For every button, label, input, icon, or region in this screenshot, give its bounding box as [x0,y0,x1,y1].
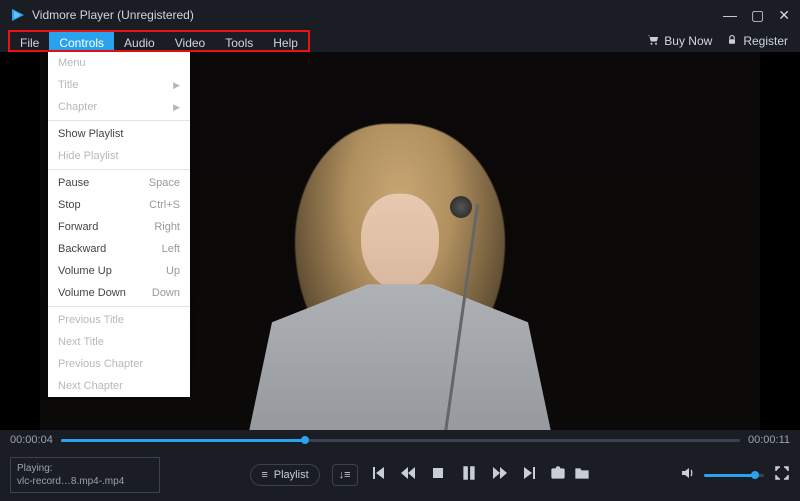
dd-forward[interactable]: ForwardRight [48,216,190,238]
dd-volume-down[interactable]: Volume DownDown [48,282,190,304]
sort-button[interactable]: ↓≡ [332,464,358,486]
playlist-button[interactable]: ≡ Playlist [250,464,319,486]
pause-button[interactable] [460,463,478,488]
dd-show-playlist[interactable]: Show Playlist [48,123,190,145]
dd-prev-chapter: Previous Chapter [48,353,190,375]
menubar-highlight: File Controls Audio Video Tools Help [8,30,310,52]
stop-button[interactable] [430,465,446,486]
maximize-button[interactable]: ▢ [751,7,764,24]
minimize-button[interactable]: — [723,7,737,23]
now-playing-label: Playing: [17,462,153,475]
volume-slider[interactable] [704,474,764,477]
volume-fill [704,474,755,477]
dd-pause[interactable]: PauseSpace [48,172,190,194]
chevron-right-icon: ▶ [173,102,180,113]
menu-tools[interactable]: Tools [215,32,263,50]
dd-backward[interactable]: BackwardLeft [48,238,190,260]
menu-file[interactable]: File [10,32,49,50]
register-link[interactable]: Register [726,34,788,49]
time-current: 00:00:04 [10,434,53,446]
dd-stop[interactable]: StopCtrl+S [48,194,190,216]
prev-button[interactable] [370,465,386,486]
buy-now-link[interactable]: Buy Now [647,34,712,49]
lock-icon [726,34,738,49]
time-total: 00:00:11 [748,434,790,446]
menu-audio[interactable]: Audio [114,32,165,50]
dd-next-chapter: Next Chapter [48,375,190,397]
seek-fill [61,439,305,442]
dd-volume-up[interactable]: Volume UpUp [48,260,190,282]
menu-video[interactable]: Video [165,32,215,50]
dd-menu: Menu [48,52,190,74]
chevron-right-icon: ▶ [173,80,180,91]
volume-icon[interactable] [680,465,696,486]
dd-chapter: Chapter▶ [48,96,190,118]
fullscreen-button[interactable] [774,465,790,486]
app-logo-icon [10,7,26,23]
snapshot-button[interactable] [550,465,566,486]
seek-handle[interactable] [301,436,309,444]
dd-prev-title: Previous Title [48,309,190,331]
dd-title: Title▶ [48,74,190,96]
close-button[interactable]: ✕ [778,7,790,24]
fast-forward-button[interactable] [492,465,508,486]
rewind-button[interactable] [400,465,416,486]
volume-handle[interactable] [751,471,759,479]
sort-icon: ↓≡ [339,469,351,481]
dd-hide-playlist: Hide Playlist [48,145,190,167]
next-button[interactable] [522,465,538,486]
cart-icon [647,34,659,49]
list-icon: ≡ [261,469,267,481]
controls-dropdown: Menu Title▶ Chapter▶ Show Playlist Hide … [48,52,190,397]
seek-bar[interactable] [61,439,740,442]
dd-next-title: Next Title [48,331,190,353]
now-playing-file: vlc-record…8.mp4-.mp4 [17,475,153,488]
menu-help[interactable]: Help [263,32,308,50]
now-playing-box: Playing: vlc-record…8.mp4-.mp4 [10,457,160,493]
window-title: Vidmore Player (Unregistered) [32,8,723,22]
menu-controls[interactable]: Controls [49,32,114,50]
open-folder-button[interactable] [574,465,590,486]
